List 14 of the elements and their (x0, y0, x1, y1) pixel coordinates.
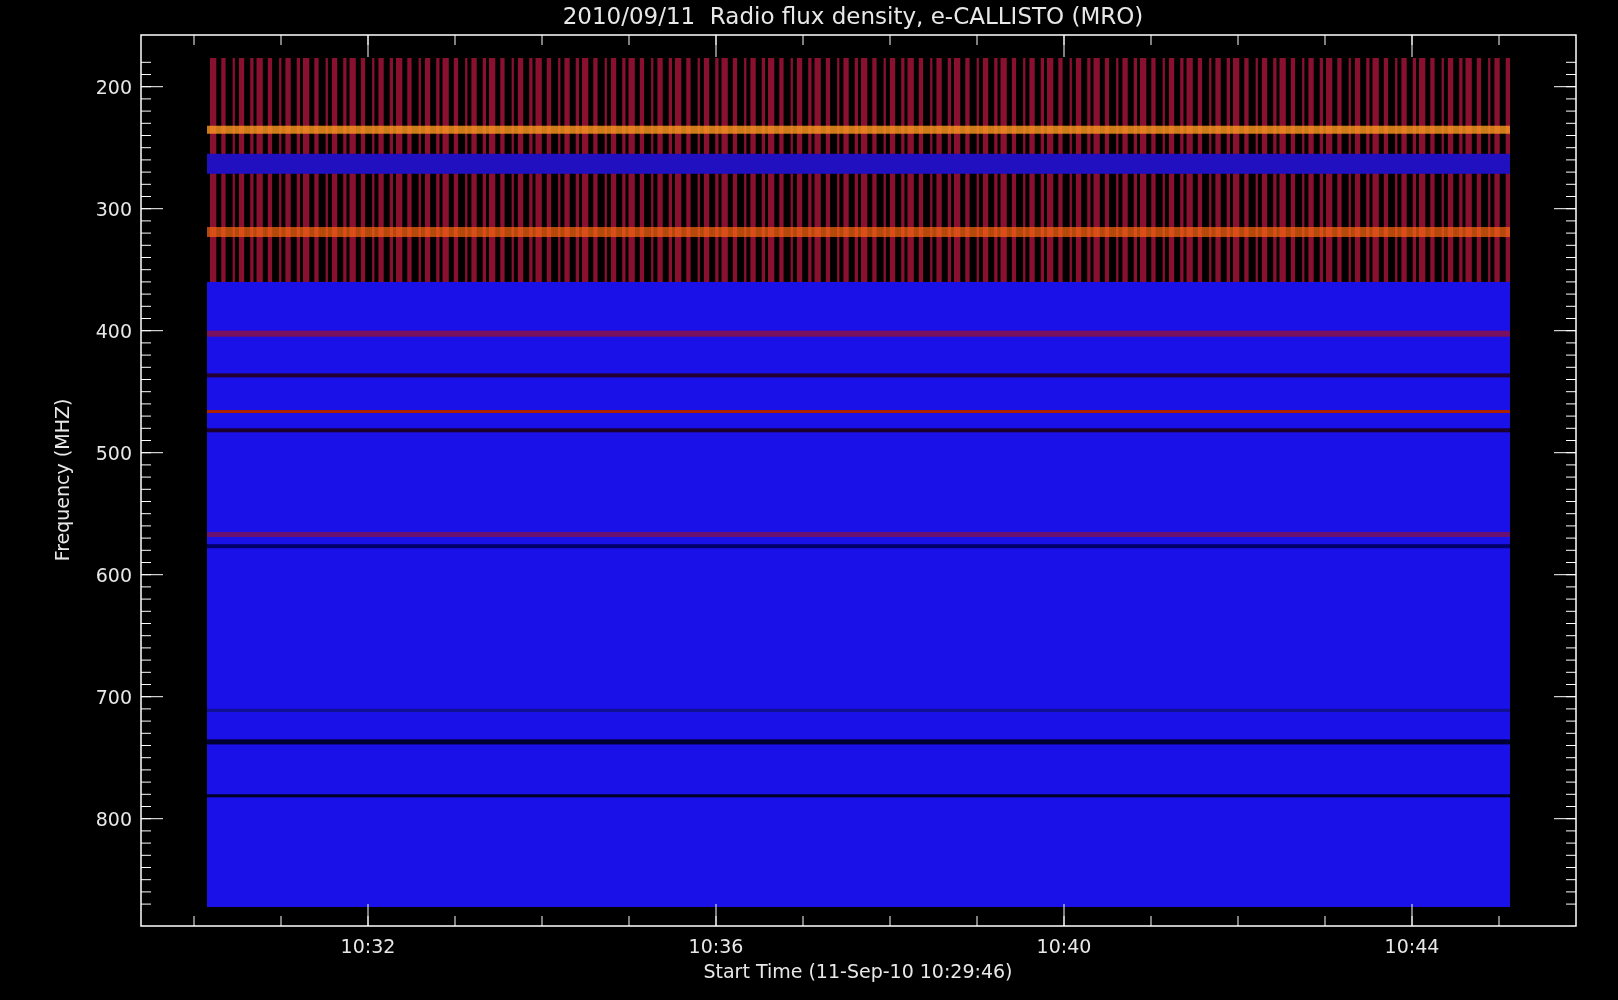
y-tick-label: 600 (95, 563, 132, 586)
x-tick-label: 10:40 (1036, 935, 1092, 957)
y-tick-label: 500 (95, 441, 132, 464)
x-axis-title: Start Time (11-Sep-10 10:29:46) (703, 960, 1013, 982)
y-axis-title: Frequency (MHZ) (51, 398, 73, 562)
y-tick-label: 800 (95, 807, 132, 830)
x-tick-label: 10:32 (340, 935, 396, 957)
chart-title: 2010/09/11 Radio flux density, e-CALLISTO (MRO) (562, 3, 1144, 29)
y-tick-label: 200 (95, 75, 132, 98)
y-tick-label: 400 (95, 319, 132, 342)
x-tick-label: 10:44 (1384, 935, 1440, 957)
y-tick-label: 700 (95, 685, 132, 708)
y-tick-label: 300 (95, 197, 132, 220)
x-tick-label: 10:36 (688, 935, 744, 957)
